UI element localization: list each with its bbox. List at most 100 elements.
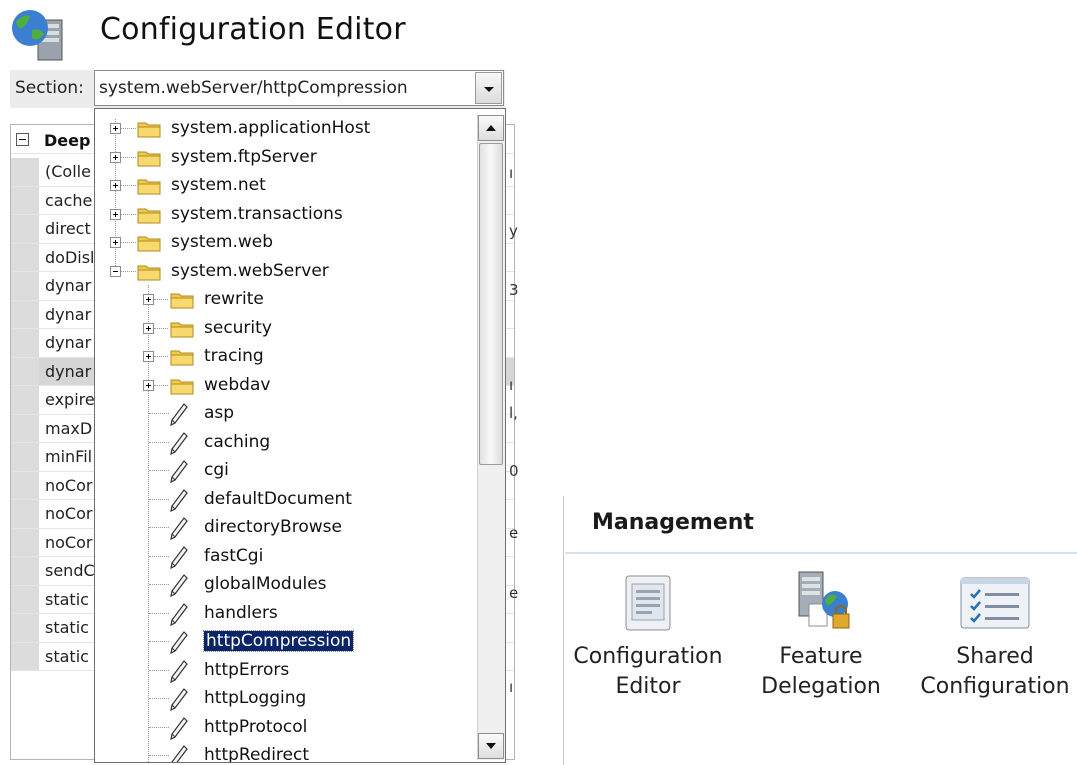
collapse-icon[interactable] [110, 265, 121, 277]
tree-item[interactable]: tracing [95, 342, 475, 371]
grid-value-peek: e [509, 584, 519, 602]
folder-icon [137, 234, 161, 252]
tree-item[interactable]: defaultDocument [95, 485, 475, 514]
tree-item-label: directoryBrowse [204, 517, 342, 537]
tree-item[interactable]: system.webServer [95, 257, 475, 286]
grid-row-gutter [11, 300, 39, 328]
tree-item-label: system.transactions [171, 203, 343, 224]
tree-connector [121, 156, 136, 158]
tree-item-label: system.ftpServer [171, 146, 317, 167]
tree-item[interactable]: httpProtocol [95, 713, 475, 742]
tree-connector [121, 213, 136, 215]
grid-row-name: cache [45, 190, 93, 210]
grid-row-gutter [11, 329, 39, 357]
grid-row-name: noCor [45, 475, 93, 495]
tree-item[interactable]: system.web [95, 228, 475, 257]
pencil-icon [169, 488, 189, 512]
expand-icon[interactable] [110, 208, 121, 220]
tree-item[interactable]: webdav [95, 371, 475, 400]
grid-group-label: Deep [44, 131, 91, 150]
tree-item[interactable]: directoryBrowse [95, 513, 475, 542]
expand-icon[interactable] [143, 294, 154, 305]
grid-value-peek: e [509, 524, 519, 542]
grid-row-name: doDisl [45, 247, 95, 267]
tree-item[interactable]: httpErrors [95, 656, 475, 685]
grid-row-gutter [11, 272, 39, 300]
grid-row-name: dynar [45, 361, 92, 381]
tree-item[interactable]: caching [95, 428, 475, 457]
tree-item[interactable]: httpCompression [95, 627, 475, 656]
grid-row-name: static [45, 589, 89, 609]
scrollbar-thumb[interactable] [479, 143, 503, 465]
pencil-icon [169, 744, 189, 762]
scroll-up-button[interactable] [478, 115, 504, 141]
iis-globe-server-icon [12, 10, 63, 61]
section-dropdown-list[interactable]: system.applicationHost system.ftpServer sy… [94, 108, 506, 763]
feature-delegation-feature[interactable]: Feature Delegation [736, 570, 906, 750]
tree-connector [154, 299, 168, 300]
tree-item-label: system.web [171, 232, 274, 252]
grid-row-gutter [11, 471, 39, 499]
configuration-editor-label-1: Configuration [573, 644, 723, 669]
scroll-down-button[interactable] [478, 733, 504, 759]
configuration-editor-label-2: Editor [615, 674, 681, 699]
arrow-down-icon [486, 743, 496, 749]
section-label: Section: [15, 78, 84, 98]
tree-item[interactable]: httpLogging [95, 684, 475, 713]
tree-item-label: asp [204, 403, 235, 423]
tree-item[interactable]: system.net [95, 171, 475, 200]
pencil-icon [169, 516, 189, 541]
pencil-icon [169, 431, 189, 455]
expand-icon[interactable] [110, 151, 121, 163]
tree-item[interactable]: system.applicationHost [95, 114, 475, 143]
grid-value-peek: 3 [509, 281, 519, 299]
tree-item[interactable]: system.ftpServer [95, 143, 475, 172]
expand-icon[interactable] [110, 123, 121, 134]
configuration-editor-feature[interactable]: Configuration Editor [563, 570, 733, 750]
tree-item[interactable]: fastCgi [95, 542, 475, 571]
grid-row-gutter [11, 357, 39, 385]
expand-icon[interactable] [143, 379, 154, 391]
expand-icon[interactable] [110, 237, 121, 248]
shared-configuration-feature[interactable]: Shared Configuration [910, 570, 1077, 750]
tree-connector [149, 555, 169, 557]
config-editor-icon [625, 575, 671, 631]
tree-connector [149, 612, 169, 614]
tree-item-label: httpLogging [204, 688, 307, 708]
grid-row-name: dynar [45, 333, 92, 352]
tree-item[interactable]: asp [95, 399, 475, 428]
tree-connector [149, 698, 169, 699]
grid-row-gutter [11, 186, 39, 214]
tree-item[interactable]: globalModules [95, 570, 475, 599]
grid-row-name: expire [45, 390, 95, 409]
pencil-icon [169, 602, 189, 626]
grid-row-name: static [45, 646, 89, 666]
tree-item-label: rewrite [204, 289, 264, 309]
section-value[interactable]: system.webServer/httpCompression [99, 78, 408, 98]
tree-item[interactable]: handlers [95, 599, 475, 628]
tree-connector [149, 669, 169, 671]
folder-icon [137, 177, 161, 195]
tree-connector [149, 755, 169, 756]
expand-icon[interactable] [110, 180, 121, 191]
shared-configuration-icon [960, 577, 1030, 629]
expand-icon[interactable] [143, 322, 154, 334]
feature-delegation-label-2: Delegation [761, 674, 881, 699]
tree-item-label-selected: httpCompression [202, 630, 355, 652]
section-dropdown-button[interactable] [475, 72, 502, 104]
grid-row-name: dynar [45, 276, 92, 295]
tree-item-label: httpProtocol [204, 716, 308, 737]
tree-item[interactable]: rewrite [95, 285, 475, 314]
shared-configuration-label-1: Shared [956, 644, 1034, 669]
grid-row-name: direct [45, 219, 91, 238]
tree-connector [149, 470, 169, 471]
tree-item[interactable]: security [95, 314, 475, 343]
expand-icon[interactable] [143, 351, 154, 362]
tree-item-label: tracing [204, 346, 264, 366]
grid-row-name: dynar [45, 304, 92, 324]
grid-row-gutter [11, 585, 39, 613]
collapse-toggle-icon[interactable] [16, 133, 29, 146]
tree-item[interactable]: cgi [95, 456, 475, 485]
tree-item[interactable]: httpRedirect [95, 741, 475, 762]
tree-item[interactable]: system.transactions [95, 200, 475, 229]
